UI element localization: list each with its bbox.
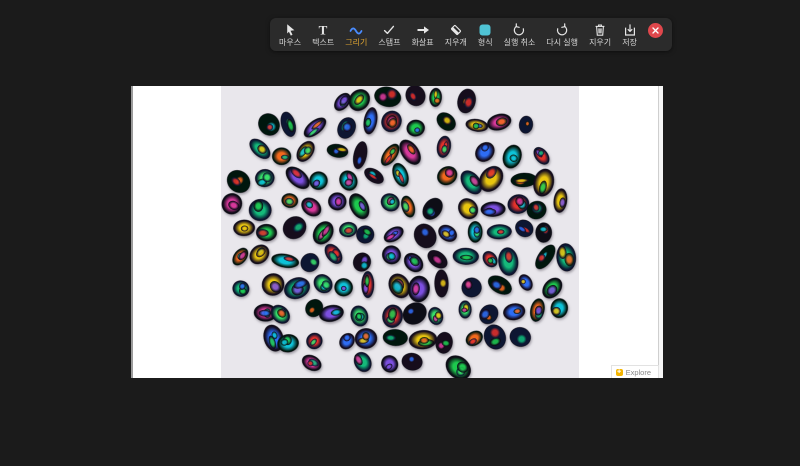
tool-redo-label: 다시 실행	[546, 38, 578, 47]
tool-draw[interactable]: 그리기	[345, 22, 367, 47]
close-icon	[652, 27, 659, 34]
trash-icon	[593, 22, 607, 37]
tool-mouse-label: 마우스	[279, 38, 301, 47]
eraser-icon	[449, 22, 463, 37]
save-icon	[623, 22, 637, 37]
tool-clear-label: 지우기	[589, 38, 611, 47]
tool-save-label: 저장	[622, 38, 637, 47]
tool-mouse[interactable]: 마우스	[279, 22, 301, 47]
tool-format[interactable]: 형식	[478, 22, 493, 47]
tool-undo[interactable]: 실행 취소	[504, 22, 536, 47]
annotation-toolbar: 마우스 T 텍스트 그리기 스탬프 화살표 지우개 형식	[270, 18, 672, 51]
explore-chip[interactable]: ✚ Explore	[611, 365, 659, 378]
tool-text[interactable]: T 텍스트	[312, 22, 334, 47]
tool-arrow-label: 화살표	[412, 38, 434, 47]
tool-draw-label: 그리기	[345, 38, 367, 47]
shared-content-panel: ✚ Explore	[131, 86, 663, 378]
opal-photo-svg	[221, 86, 579, 378]
tool-stamp[interactable]: 스탬프	[378, 22, 400, 47]
tool-eraser[interactable]: 지우개	[445, 22, 467, 47]
svg-text:T: T	[319, 23, 328, 37]
screen-share-view: { "page": { "background": "#1b1b1b" }, "…	[0, 0, 800, 466]
tool-text-label: 텍스트	[312, 38, 334, 47]
stamp-check-icon	[382, 22, 396, 37]
close-annotation-button[interactable]	[648, 23, 663, 38]
undo-icon	[512, 22, 526, 37]
tool-eraser-label: 지우개	[445, 38, 467, 47]
explore-chip-icon: ✚	[616, 369, 623, 376]
panel-scrollbar[interactable]	[658, 86, 663, 378]
text-icon: T	[316, 22, 330, 37]
draw-squiggle-icon	[349, 22, 363, 37]
explore-chip-label: Explore	[626, 368, 651, 377]
mouse-cursor-icon	[283, 22, 297, 37]
format-swatch-icon	[478, 22, 492, 37]
opal-photo	[221, 86, 579, 378]
tool-stamp-label: 스탬프	[378, 38, 400, 47]
tool-arrow[interactable]: 화살표	[412, 22, 434, 47]
tool-clear[interactable]: 지우기	[589, 22, 611, 47]
arrow-icon	[416, 22, 430, 37]
tool-redo[interactable]: 다시 실행	[546, 22, 578, 47]
redo-icon	[555, 22, 569, 37]
tool-save[interactable]: 저장	[622, 22, 637, 47]
tool-format-label: 형식	[478, 38, 493, 47]
tool-undo-label: 실행 취소	[504, 38, 536, 47]
